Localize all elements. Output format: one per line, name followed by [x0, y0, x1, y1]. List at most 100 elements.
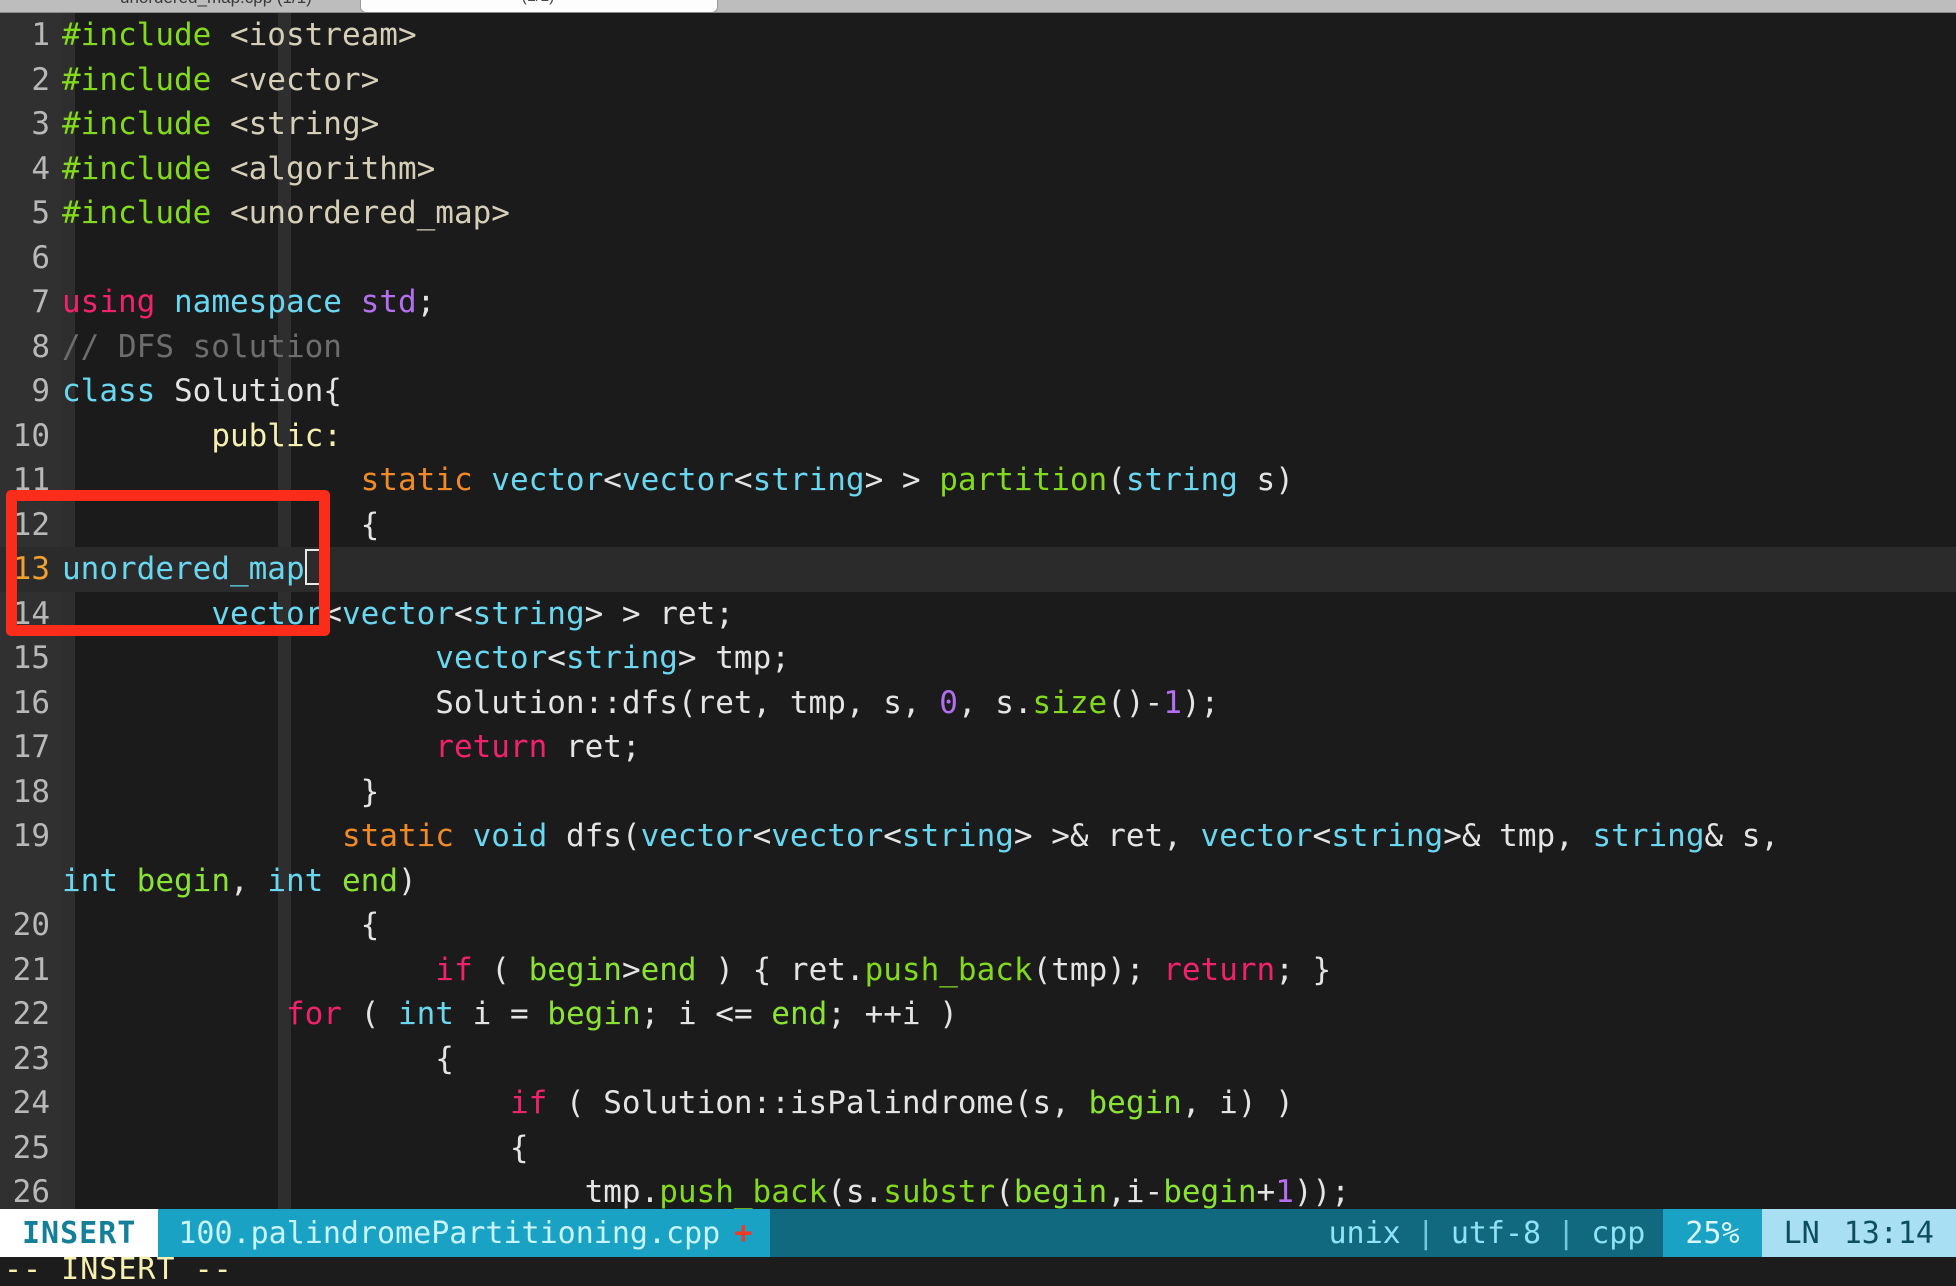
code-token: Solution::dfs(ret, tmp, s,: [62, 684, 940, 721]
code-line[interactable]: 6: [0, 236, 1956, 281]
code-token: vector: [640, 818, 753, 854]
code-text: if ( Solution::isPalindrome(s, begin, i)…: [0, 1081, 1956, 1126]
code-token: s): [1237, 462, 1294, 498]
code-token: #include: [62, 106, 230, 142]
code-token: +: [1256, 1174, 1276, 1209]
code-line[interactable]: 5 #include <unordered_map>: [0, 191, 1956, 236]
status-encoding: utf-8: [1450, 1215, 1542, 1251]
code-token: <: [453, 595, 473, 632]
line-number: 11: [12, 462, 50, 498]
code-token: ,i-: [1107, 1174, 1164, 1209]
line-number: 17: [12, 729, 50, 765]
code-text: #include <algorithm>: [0, 147, 1956, 192]
code-line[interactable]: 3 #include <string>: [0, 102, 1956, 147]
line-number: 4: [31, 150, 50, 187]
code-token: (: [1107, 462, 1126, 498]
code-token: substr: [883, 1174, 996, 1209]
code-text: #include <iostream>: [0, 13, 1956, 58]
code-token: begin: [136, 862, 230, 899]
code-text: {: [0, 903, 1956, 948]
code-token: );: [1181, 684, 1220, 721]
code-token: > >: [864, 462, 940, 498]
code-token: <: [883, 818, 902, 854]
line-number: 8: [31, 328, 50, 365]
code-line[interactable]: 8 // DFS solution: [0, 325, 1956, 370]
code-line[interactable]: 19 static void dfs(vector<vector<string>…: [0, 814, 1956, 903]
code-token: begin: [528, 951, 622, 988]
code-token: vector: [341, 595, 454, 632]
code-token: dfs(: [547, 818, 641, 854]
code-token: i =: [453, 996, 548, 1032]
code-line[interactable]: 11 static vector<vector<string> > partit…: [0, 458, 1956, 503]
code-token: static: [341, 818, 454, 854]
code-text: public:: [0, 414, 1956, 459]
code-line[interactable]: 2 #include <vector>: [0, 58, 1956, 103]
code-token: class: [62, 373, 156, 409]
line-number: 12: [12, 506, 50, 543]
code-token: std: [360, 284, 417, 320]
code-line[interactable]: 23 {: [0, 1037, 1956, 1082]
code-line[interactable]: 22 for ( int i = begin; i <= end; ++i ): [0, 992, 1956, 1037]
code-token: & s,: [1704, 818, 1798, 854]
code-token: > >& ret,: [1013, 818, 1201, 854]
code-line[interactable]: 10 public:: [0, 414, 1956, 459]
code-line[interactable]: 16 Solution::dfs(ret, tmp, s, 0, s.size(…: [0, 681, 1956, 726]
code-token: {: [62, 1040, 454, 1077]
code-token: string: [901, 818, 1014, 854]
code-editor-pane[interactable]: 1 #include <iostream> 2 #include <vector> 3 #…: [0, 13, 1956, 1209]
code-text: vector<string> tmp;: [0, 636, 1956, 681]
code-token: (: [341, 996, 398, 1032]
code-line[interactable]: 13 unordered_map: [0, 547, 1956, 592]
code-token: #include: [62, 150, 230, 187]
code-line[interactable]: 1 #include <iostream>: [0, 13, 1956, 58]
code-line[interactable]: 21 if ( begin>end ) { ret.push_back(tmp)…: [0, 948, 1956, 993]
code-token: end: [771, 996, 828, 1032]
code-token: #include: [62, 61, 230, 98]
code-line[interactable]: 17 return ret;: [0, 725, 1956, 770]
code-token: size: [1032, 684, 1108, 721]
code-token: 1: [1275, 1174, 1294, 1209]
code-token: push_back: [864, 951, 1033, 988]
code-line[interactable]: 24 if ( Solution::isPalindrome(s, begin,…: [0, 1081, 1956, 1126]
line-number: 16: [12, 684, 50, 721]
code-token: 0: [939, 684, 958, 721]
code-token: (tmp);: [1032, 951, 1164, 988]
code-line[interactable]: 20 {: [0, 903, 1956, 948]
code-token: void: [472, 818, 548, 854]
code-line[interactable]: 4 #include <algorithm>: [0, 147, 1956, 192]
code-token: // DFS solution: [62, 328, 342, 365]
line-number: 9: [31, 373, 50, 409]
code-line[interactable]: 7 using namespace std;: [0, 280, 1956, 325]
status-scroll-percent: 25%: [1663, 1209, 1762, 1257]
code-text: }: [0, 770, 1956, 815]
line-number: 14: [12, 595, 50, 632]
line-number: 18: [12, 773, 50, 810]
code-line[interactable]: 12 {: [0, 503, 1956, 548]
code-line[interactable]: 25 {: [0, 1126, 1956, 1171]
code-token: int: [397, 996, 454, 1032]
code-token: string: [472, 595, 585, 632]
code-line[interactable]: 26 tmp.push_back(s.substr(begin,i-begin+…: [0, 1170, 1956, 1209]
code-token: static: [360, 462, 473, 498]
code-token: <unordered_map>: [229, 195, 510, 231]
code-line[interactable]: 14 vector<vector<string> > ret;: [0, 592, 1956, 637]
code-text: #include <vector>: [0, 58, 1956, 103]
code-text: unordered_map: [0, 547, 1956, 592]
code-text: static vector<vector<string> > partition…: [0, 458, 1956, 503]
code-line[interactable]: 18 }: [0, 770, 1956, 815]
code-token: (s.: [827, 1174, 884, 1209]
code-line[interactable]: 9 class Solution{: [0, 369, 1956, 414]
code-token: begin: [1163, 1174, 1257, 1209]
code-text: if ( begin>end ) { ret.push_back(tmp); r…: [0, 948, 1956, 993]
code-token: ( Solution::isPalindrome(s,: [547, 1085, 1089, 1121]
vim-command-line: -- INSERT --: [0, 1255, 1956, 1286]
code-token: }: [62, 773, 380, 810]
code-line[interactable]: 15 vector<string> tmp;: [0, 636, 1956, 681]
code-token: vector: [771, 818, 884, 854]
code-token: end: [640, 951, 697, 988]
code-token: >& tmp,: [1443, 818, 1593, 854]
code-token: <: [733, 462, 753, 498]
